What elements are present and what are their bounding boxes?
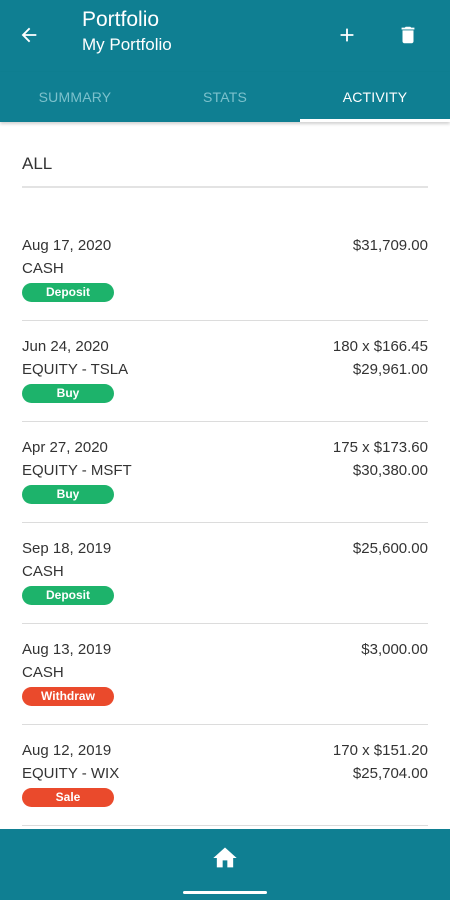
app-bar: Portfolio My Portfolio [0, 0, 450, 72]
activity-amount: $29,961.00 [352, 361, 428, 378]
activity-item[interactable]: Sep 18, 2019 CASH Deposit $25,600.00 [22, 523, 428, 624]
add-button[interactable] [332, 20, 362, 50]
activity-quantity-price: 170 x $151.20 [332, 742, 428, 759]
activity-item[interactable]: Aug 12, 2019 EQUITY - WIX Sale 170 x $15… [22, 725, 428, 826]
tab-activity[interactable]: ACTIVITY [300, 72, 450, 122]
home-button[interactable] [205, 843, 245, 873]
activity-type-badge: Withdraw [22, 687, 114, 706]
activity-date: Sep 18, 2019 [22, 540, 112, 557]
tab-bar: SUMMARY STATS ACTIVITY [0, 72, 450, 122]
activity-amount: $3,000.00 [361, 641, 428, 658]
arrow-left-icon [21, 27, 37, 43]
activity-date: Apr 27, 2020 [22, 439, 108, 456]
activity-item[interactable]: Apr 27, 2020 EQUITY - MSFT Buy 175 x $17… [22, 422, 428, 523]
tab-stats[interactable]: STATS [150, 72, 300, 122]
activity-quantity-price: 175 x $173.60 [332, 439, 428, 456]
activity-type-badge: Deposit [22, 586, 114, 605]
activity-date: Aug 12, 2019 [22, 742, 112, 759]
activity-type-badge: Buy [22, 485, 114, 504]
activity-type-badge: Sale [22, 788, 114, 807]
activity-asset: CASH [22, 664, 64, 681]
activity-asset: CASH [22, 563, 64, 580]
activity-amount: $30,380.00 [352, 462, 428, 479]
activity-filter-select[interactable]: ALL [22, 142, 428, 188]
title-block: Portfolio My Portfolio [82, 6, 172, 56]
delete-button[interactable] [393, 20, 423, 50]
activity-quantity-price: 180 x $166.45 [332, 338, 428, 355]
activity-amount: $31,709.00 [352, 237, 428, 254]
active-indicator [183, 891, 267, 894]
activity-asset: EQUITY - WIX [22, 765, 120, 782]
activity-list: Aug 17, 2020 CASH Deposit $31,709.00 Jun… [0, 220, 450, 826]
activity-asset: EQUITY - TSLA [22, 361, 129, 378]
activity-item[interactable]: Jun 24, 2020 EQUITY - TSLA Buy 180 x $16… [22, 321, 428, 422]
activity-date: Aug 17, 2020 [22, 237, 112, 254]
activity-amount: $25,600.00 [352, 540, 428, 557]
back-button[interactable] [16, 22, 42, 48]
activity-date: Jun 24, 2020 [22, 338, 109, 355]
trash-icon [401, 26, 415, 44]
portfolio-screen: Portfolio My Portfolio SUMMARY STATS ACT… [0, 0, 450, 900]
activity-amount: $25,704.00 [352, 765, 428, 782]
activity-item[interactable]: Aug 13, 2019 CASH Withdraw $3,000.00 [22, 624, 428, 725]
activity-asset: CASH [22, 260, 64, 277]
tab-summary[interactable]: SUMMARY [0, 72, 150, 122]
page-title: Portfolio [82, 8, 160, 31]
page-subtitle: My Portfolio [82, 35, 172, 54]
home-icon [213, 847, 237, 868]
filter-value: ALL [22, 154, 53, 173]
activity-item[interactable]: Aug 17, 2020 CASH Deposit $31,709.00 [22, 220, 428, 321]
plus-icon [340, 28, 354, 42]
activity-asset: EQUITY - MSFT [22, 462, 132, 479]
activity-type-badge: Deposit [22, 283, 114, 302]
bottom-nav [0, 829, 450, 900]
activity-type-badge: Buy [22, 384, 114, 403]
activity-date: Aug 13, 2019 [22, 641, 112, 658]
